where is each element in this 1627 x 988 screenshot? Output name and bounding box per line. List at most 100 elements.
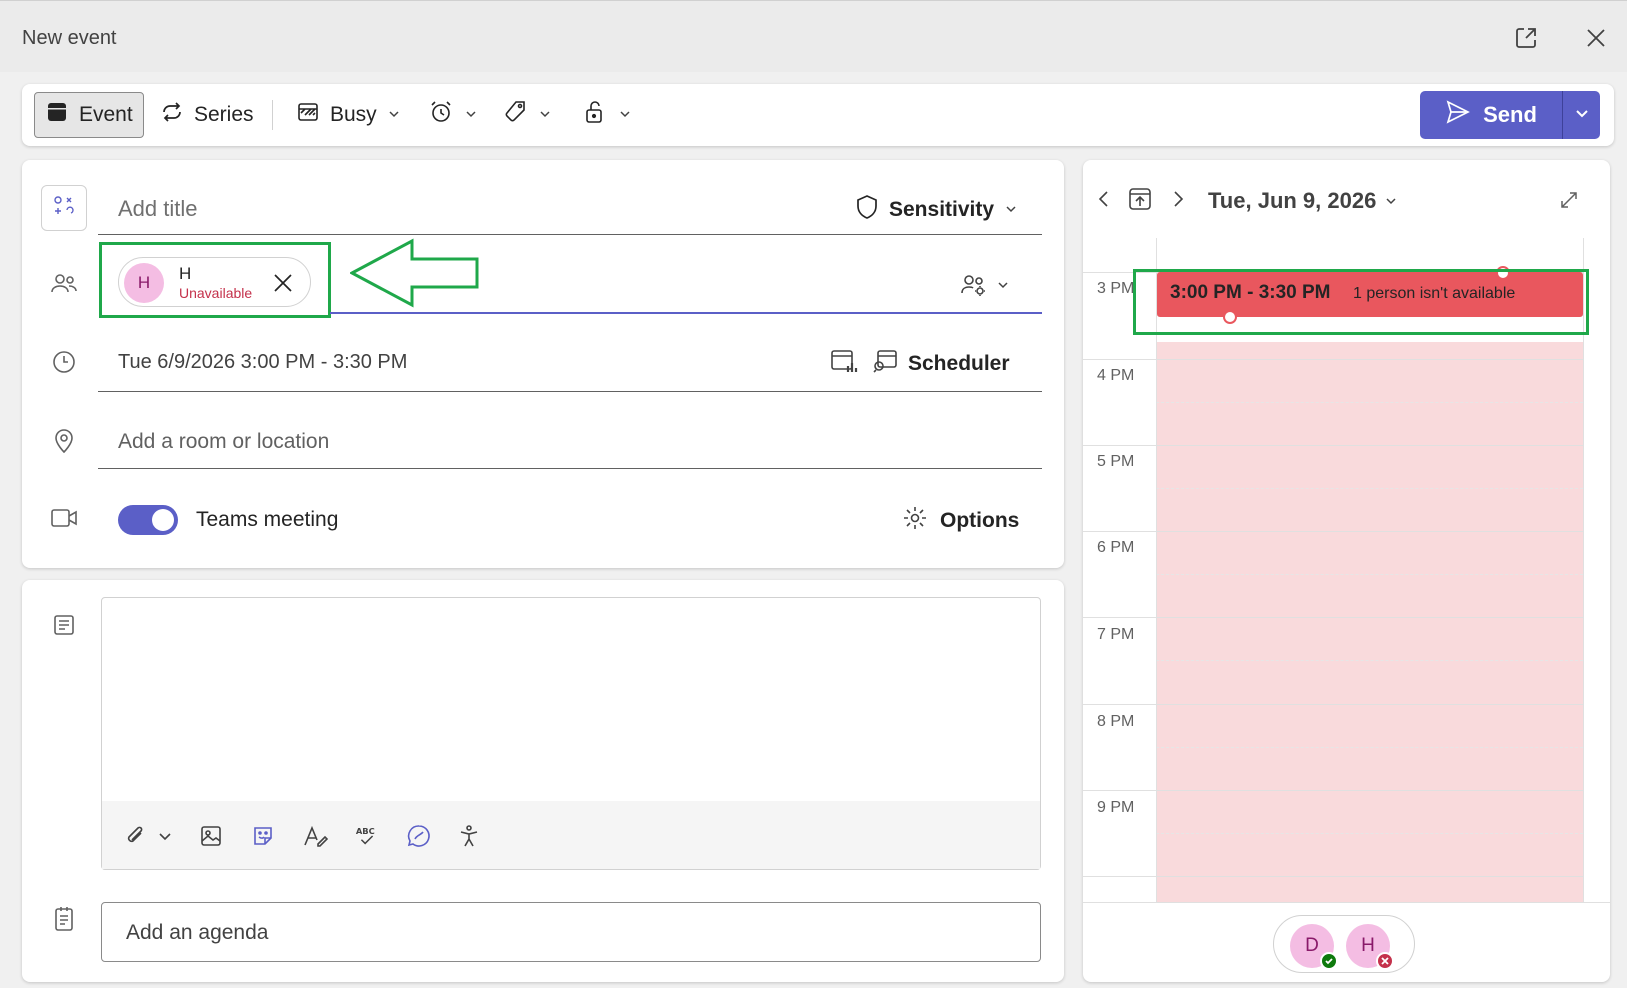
scheduler-button[interactable]: Scheduler [872, 348, 1010, 379]
attendee-options-button[interactable] [960, 272, 1010, 303]
hour-line [1083, 445, 1583, 446]
calendar-date-picker[interactable]: Tue, Jun 9, 2026 [1208, 188, 1398, 214]
attach-icon[interactable] [122, 823, 148, 849]
attendee-field-underline [330, 312, 1042, 314]
hour-line [1083, 790, 1583, 791]
copilot-chat-icon[interactable] [406, 823, 432, 849]
alarm-clock-icon [428, 99, 454, 131]
lock-open-icon [582, 99, 608, 131]
hour-label: 8 PM [1097, 713, 1135, 730]
hour-label: 9 PM [1097, 799, 1135, 816]
hour-line [1083, 876, 1583, 877]
chevron-down-icon [387, 103, 401, 127]
people-settings-icon [960, 272, 988, 303]
hour-label: 3 PM [1097, 280, 1135, 297]
day-column-edge [1583, 238, 1584, 902]
half-hour-line [1156, 574, 1583, 575]
busy-shading [1157, 342, 1583, 902]
location-underline [98, 468, 1042, 469]
scheduler-label: Scheduler [908, 351, 1010, 375]
go-to-today-icon[interactable] [1127, 186, 1153, 217]
chevron-left-icon[interactable] [1095, 188, 1113, 215]
busy-label: Busy [330, 103, 377, 126]
reminder-button[interactable] [418, 92, 488, 138]
half-hour-line [1156, 833, 1583, 834]
half-hour-line [1156, 747, 1583, 748]
half-hour-line [1156, 660, 1583, 661]
series-button[interactable]: Series [150, 92, 264, 138]
scheduler-icon [872, 348, 898, 379]
sensitivity-label: Sensitivity [889, 198, 995, 221]
chevron-right-icon[interactable] [1169, 188, 1187, 215]
shield-icon [855, 194, 879, 226]
location-input[interactable]: Add a room or location [118, 430, 329, 454]
calendar-icon [45, 100, 69, 130]
gear-icon [902, 505, 928, 537]
chevron-down-icon [1384, 188, 1398, 214]
description-editor[interactable]: ABC [101, 597, 1041, 870]
unavailable-x-icon [1376, 952, 1394, 970]
attendee-highlight-box [99, 242, 331, 318]
close-icon[interactable] [1583, 25, 1609, 51]
svg-text:ABC: ABC [356, 826, 375, 836]
people-icon [49, 268, 79, 298]
accessibility-icon[interactable] [456, 823, 482, 849]
category-button[interactable] [492, 92, 562, 138]
datetime-underline [98, 391, 1042, 392]
video-camera-icon [49, 503, 79, 533]
hour-line [1083, 704, 1583, 705]
spelling-check-icon[interactable]: ABC [354, 823, 380, 849]
chevron-down-icon [618, 103, 632, 127]
title-bar: New event [0, 0, 1627, 72]
options-label: Options [940, 509, 1020, 532]
send-split-button: Send [1420, 91, 1600, 139]
agenda-placeholder: Add an agenda [126, 921, 269, 944]
event-label: Event [79, 103, 133, 126]
popout-icon[interactable] [1513, 25, 1539, 51]
chevron-down-icon [538, 103, 552, 127]
sensitivity-button[interactable]: Sensitivity [855, 194, 1018, 226]
repeat-icon [160, 100, 184, 130]
calendar-day-grid: 3 PM 4 PM 5 PM 6 PM 7 PM 8 PM 9 PM 3:00 … [1083, 238, 1610, 902]
send-icon [1445, 99, 1471, 131]
title-underline [98, 234, 1042, 235]
hour-line [1083, 617, 1583, 618]
arrow-annotation [348, 238, 480, 313]
half-hour-line [1156, 402, 1583, 403]
event-type-button[interactable]: Event [34, 92, 144, 138]
toggle-knob [152, 509, 174, 531]
send-label: Send [1483, 102, 1537, 127]
hour-label: 6 PM [1097, 539, 1135, 556]
event-toolbar: Event Series Busy Send [22, 84, 1614, 146]
participants-pill[interactable]: D H [1273, 915, 1415, 973]
chevron-down-icon [1004, 198, 1018, 222]
hour-label: 4 PM [1097, 367, 1135, 384]
chevron-down-icon [1574, 105, 1590, 126]
sticker-icon[interactable] [250, 823, 276, 849]
participants-footer: D H [1083, 902, 1610, 982]
accepted-check-icon [1320, 952, 1338, 970]
format-text-icon[interactable] [302, 823, 328, 849]
privacy-button[interactable] [572, 92, 642, 138]
schedule-assistant-icon[interactable] [830, 348, 858, 379]
show-as-button[interactable]: Busy [286, 92, 411, 138]
event-icon-picker[interactable] [41, 185, 87, 231]
teams-meeting-toggle[interactable] [118, 505, 178, 535]
datetime-field[interactable]: Tue 6/9/2026 3:00 PM - 3:30 PM [118, 351, 407, 374]
send-button[interactable]: Send [1420, 91, 1562, 139]
hour-label: 7 PM [1097, 626, 1135, 643]
image-icon[interactable] [198, 823, 224, 849]
chevron-down-icon[interactable] [152, 823, 178, 849]
send-options-button[interactable] [1563, 91, 1600, 139]
agenda-input[interactable]: Add an agenda [101, 902, 1041, 962]
clock-icon [49, 347, 79, 377]
hour-line [1083, 359, 1583, 360]
time-column-divider [1156, 238, 1157, 902]
expand-icon[interactable] [1559, 190, 1579, 215]
meeting-options-button[interactable]: Options [902, 505, 1019, 537]
location-pin-icon [49, 425, 79, 455]
window-title: New event [22, 27, 117, 49]
hour-line [1083, 531, 1583, 532]
title-input[interactable]: Add title [118, 196, 198, 222]
agenda-icon [49, 904, 79, 934]
